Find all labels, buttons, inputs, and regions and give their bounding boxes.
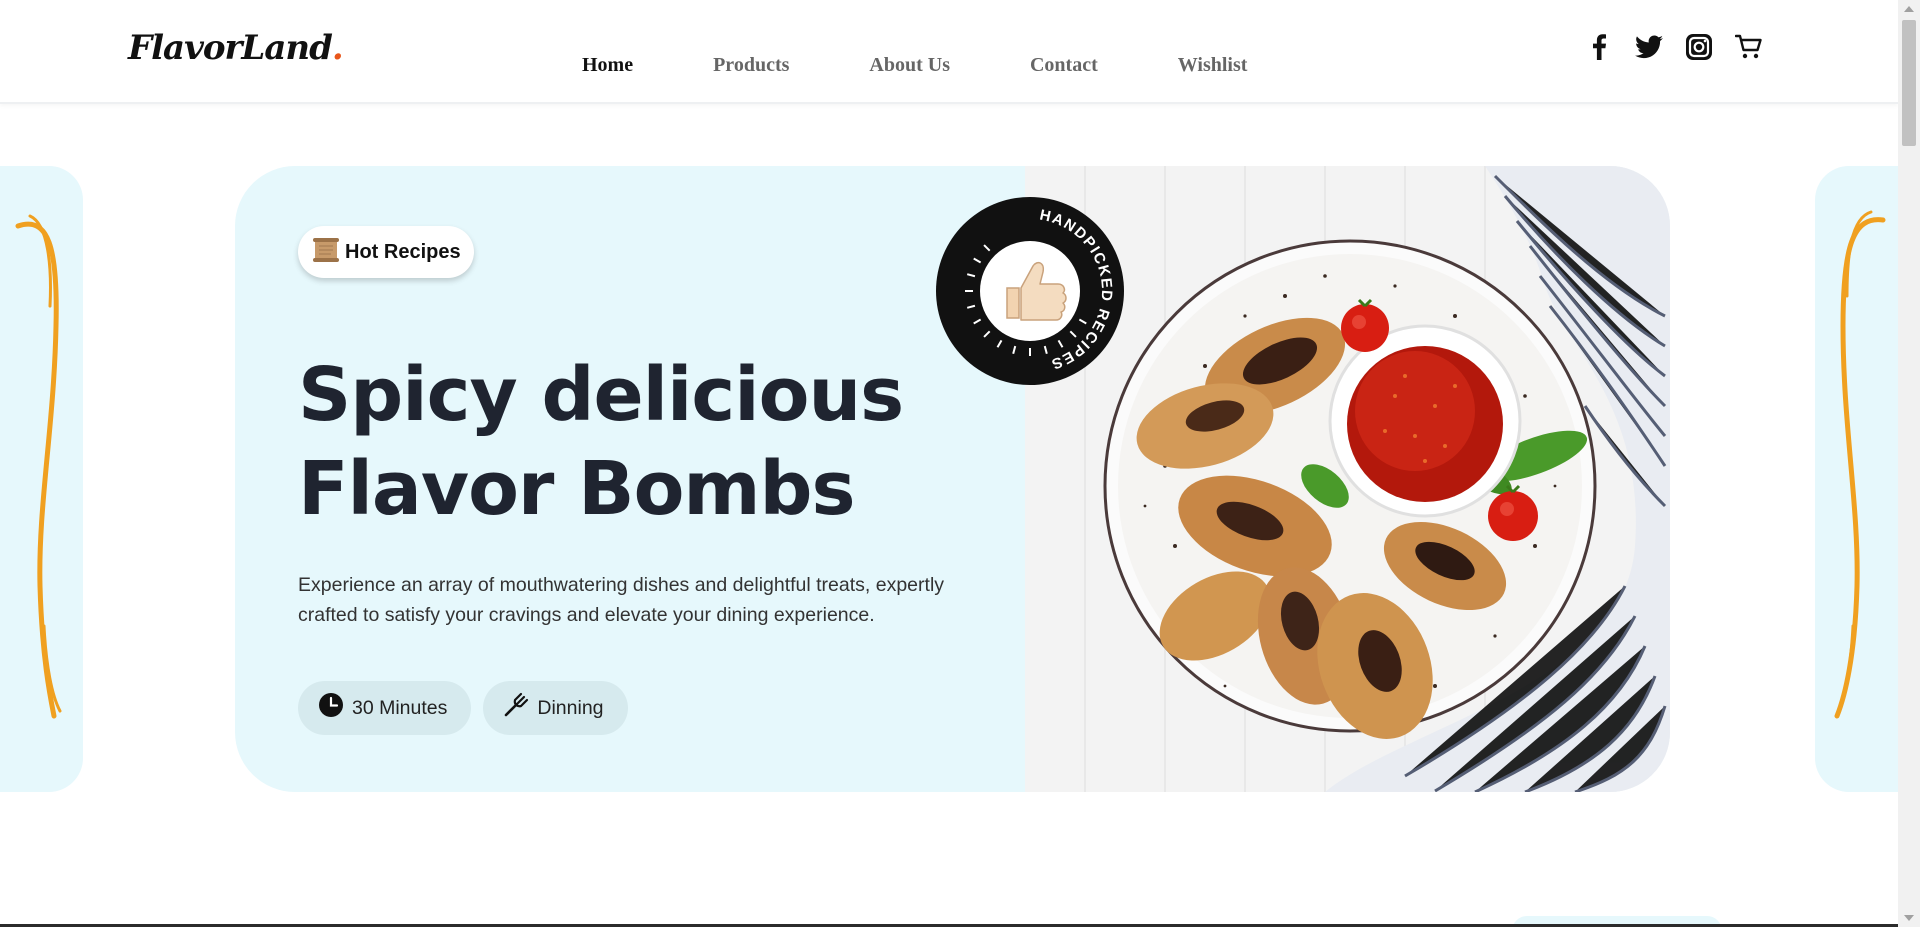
recipe-meta: 30 Minutes Dinning (298, 681, 628, 735)
meta-category-label: Dinning (537, 696, 604, 719)
nav-wishlist[interactable]: Wishlist (1178, 54, 1248, 77)
fork-knife-icon (503, 692, 529, 724)
social-links (1585, 33, 1763, 61)
instagram-icon[interactable] (1685, 33, 1713, 61)
squiggle-decoration (15, 214, 62, 719)
site-header: FlavorLand. Home Products About Us Conta… (0, 0, 1898, 104)
nav-about-us[interactable]: About Us (869, 54, 950, 77)
hero-slide: Hot Recipes Spicy delicious Flavor Bombs… (235, 166, 1670, 792)
meta-category: Dinning (483, 681, 628, 735)
meta-time-label: 30 Minutes (352, 696, 448, 719)
hot-recipes-tag: Hot Recipes (298, 226, 474, 278)
facebook-icon[interactable] (1585, 33, 1613, 61)
squiggle-decoration (1834, 210, 1886, 719)
tag-label: Hot Recipes (345, 240, 461, 263)
logo-dot: . (331, 28, 344, 68)
scroll-down-arrow[interactable] (1904, 915, 1914, 921)
hero-title-line1: Spicy delicious (298, 352, 904, 438)
scroll-up-arrow[interactable] (1904, 6, 1914, 12)
hero-content: Hot Recipes Spicy delicious Flavor Bombs… (235, 166, 1025, 792)
handpicked-badge: HANDPICKED RECIPES (935, 196, 1125, 386)
meta-time: 30 Minutes (298, 681, 472, 735)
logo-text: FlavorLand (128, 28, 333, 68)
hero-title-line2: Flavor Bombs (298, 446, 856, 532)
main-nav: Home Products About Us Contact Wishlist (582, 54, 1327, 77)
page-scrollbar[interactable] (1898, 0, 1920, 927)
hero-description: Experience an array of mouthwatering dis… (298, 574, 945, 626)
scroll-icon (311, 235, 341, 269)
cart-icon[interactable] (1735, 33, 1763, 61)
nav-contact[interactable]: Contact (1030, 54, 1098, 77)
carousel-next-slide[interactable] (1815, 166, 1898, 792)
nav-products[interactable]: Products (713, 54, 789, 77)
site-logo[interactable]: FlavorLand. (128, 28, 344, 68)
hero-title: Spicy delicious Flavor Bombs (298, 348, 998, 536)
clock-icon (318, 692, 344, 724)
carousel-prev-slide[interactable] (0, 166, 83, 792)
nav-home[interactable]: Home (582, 54, 633, 77)
twitter-icon[interactable] (1635, 33, 1663, 61)
scroll-thumb[interactable] (1902, 20, 1916, 146)
